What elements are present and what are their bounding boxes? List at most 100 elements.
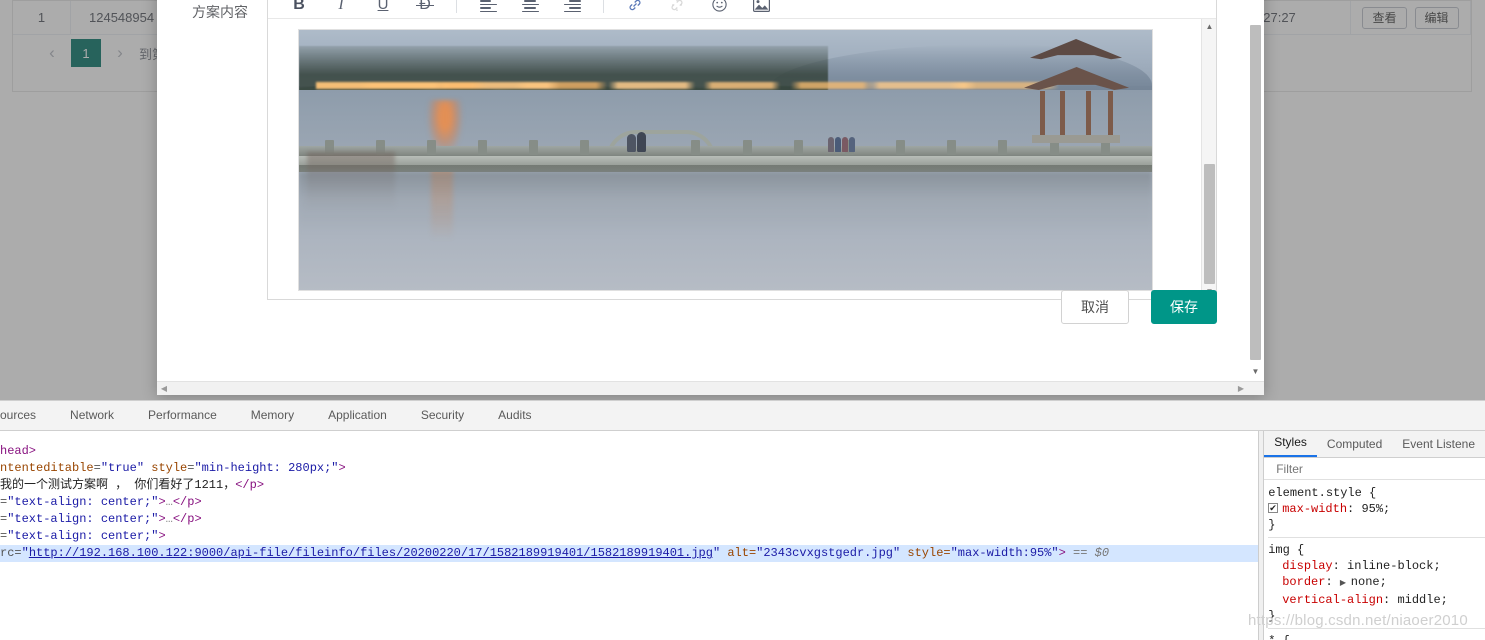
alt-attribute-value: "2343cvxgstgedr.jpg" <box>756 546 901 560</box>
devtools-tab-network[interactable]: Network <box>53 401 131 430</box>
strikethrough-glyph: Ð <box>416 0 434 14</box>
image-url-link[interactable]: http://192.168.100.122:9000/api-file/fil… <box>29 546 713 560</box>
styles-declaration[interactable]: border: ▶ none; <box>1268 574 1485 592</box>
cancel-button[interactable]: 取消 <box>1061 290 1129 324</box>
styles-rule-selector[interactable]: img { <box>1268 542 1485 558</box>
toolbar-divider-2 <box>603 0 604 13</box>
dom-line[interactable]: ="text-align: center;">…</p> <box>0 494 1258 511</box>
declaration-colon: : <box>1325 575 1340 589</box>
dom-line[interactable]: ="text-align: center;"> <box>0 528 1258 545</box>
styles-rule-selector[interactable]: * { <box>1268 633 1485 640</box>
declaration-colon: : <box>1383 593 1398 607</box>
dom-token: > <box>158 495 166 509</box>
declaration-checkbox[interactable] <box>1268 501 1279 517</box>
edit-plan-modal: 方案内容 B I U Ð ▲ 取消 保存 ▼ ◀ ▶ <box>157 0 1264 395</box>
style-attribute-value: "max-width:95%" <box>950 546 1059 560</box>
devtools-tab-security[interactable]: Security <box>404 401 481 430</box>
editor-content-area[interactable]: ▲ ▼ <box>268 19 1216 299</box>
declaration-property[interactable]: max-width <box>1282 502 1347 516</box>
strikethrough-icon[interactable]: Ð <box>404 0 446 18</box>
styles-filter-row <box>1264 458 1485 480</box>
devtools-tab-bar: Sources Network Performance Memory Appli… <box>0 401 1485 431</box>
devtools-tab-audits[interactable]: Audits <box>481 401 548 430</box>
dom-token: </p> <box>235 478 265 492</box>
dom-token: </p> <box>172 495 202 509</box>
dom-token: 我的一个测试方案啊 ， 你们看好了1211， <box>0 478 236 492</box>
styles-declaration[interactable]: display: inline-block; <box>1268 558 1485 574</box>
dom-line[interactable]: 我的一个测试方案啊 ， 你们看好了1211，</p> <box>0 477 1258 494</box>
tag-close: > <box>1058 546 1066 560</box>
devtools-panel: Sources Network Performance Memory Appli… <box>0 400 1485 640</box>
dom-token: > <box>338 461 346 475</box>
styles-declaration[interactable]: vertical-align: middle; <box>1268 592 1485 608</box>
styles-tab-computed[interactable]: Computed <box>1317 432 1392 457</box>
modal-vertical-scrollbar[interactable]: ▼ <box>1248 0 1264 395</box>
editor-scroll-up-arrow[interactable]: ▲ <box>1202 19 1216 34</box>
expand-triangle-icon[interactable]: ▶ <box>1340 579 1351 588</box>
modal-footer: 取消 保存 <box>267 290 1217 324</box>
styles-filter-input[interactable] <box>1274 460 1464 477</box>
image-pavilion <box>1024 33 1130 151</box>
devtools-tab-memory[interactable]: Memory <box>234 401 311 430</box>
dom-token: "true" <box>100 461 145 475</box>
alt-attribute-name: alt= <box>720 546 757 560</box>
rich-text-editor: B I U Ð ▲ <box>267 0 1217 300</box>
styles-panel: Styles Computed Event Listene element.st… <box>1264 431 1485 640</box>
dom-token: style <box>144 461 188 475</box>
declaration-value[interactable]: none; <box>1351 575 1387 589</box>
dom-line-selected[interactable]: rc="http://192.168.100.122:9000/api-file… <box>0 545 1259 562</box>
editor-toolbar: B I U Ð <box>268 0 1216 19</box>
dom-token: > <box>158 529 166 543</box>
link-icon[interactable] <box>614 0 656 18</box>
image-icon[interactable] <box>740 0 782 18</box>
devtools-tab-application[interactable]: Application <box>311 401 404 430</box>
devtools-body: head> ntenteditable="true" style= "min-hei… <box>0 431 1485 640</box>
modal-scroll-thumb[interactable] <box>1250 25 1261 360</box>
declaration-property[interactable]: display <box>1268 559 1332 573</box>
styles-rule-divider <box>1268 537 1485 538</box>
align-left-icon[interactable] <box>467 0 509 18</box>
editor-vertical-scrollbar[interactable]: ▲ ▼ <box>1201 19 1216 299</box>
dom-line[interactable]: head> <box>0 443 1258 460</box>
editor-scroll-thumb[interactable] <box>1204 164 1215 284</box>
devtools-tab-performance[interactable]: Performance <box>131 401 234 430</box>
selection-marker: == $0 <box>1065 546 1110 560</box>
dom-line[interactable]: ntenteditable="true" style="min-height: … <box>0 460 1258 477</box>
dom-token: </p> <box>172 512 202 526</box>
modal-horizontal-scrollbar[interactable]: ◀ ▶ <box>157 381 1264 395</box>
align-right-icon[interactable] <box>551 0 593 18</box>
underline-icon[interactable]: U <box>362 0 404 18</box>
editor-document[interactable] <box>268 19 1216 299</box>
styles-declaration[interactable]: max-width: 95%; <box>1268 501 1485 517</box>
styles-tab-bar: Styles Computed Event Listene <box>1264 431 1485 458</box>
declaration-value[interactable]: middle; <box>1397 593 1447 607</box>
quote-open: " <box>21 546 29 560</box>
save-button[interactable]: 保存 <box>1151 290 1217 324</box>
modal-scroll-right-arrow[interactable]: ▶ <box>1234 382 1248 395</box>
image-water-reflection <box>299 172 1152 232</box>
styles-tab-styles[interactable]: Styles <box>1264 430 1317 457</box>
declaration-colon: : <box>1332 559 1348 573</box>
declaration-value[interactable]: 95%; <box>1361 502 1390 516</box>
dom-token: head> <box>0 444 37 458</box>
dom-token: "text-align: center;" <box>7 529 159 543</box>
declaration-property[interactable]: vertical-align <box>1268 593 1383 607</box>
styles-rule-selector[interactable]: element.style { <box>1268 485 1485 501</box>
styles-tab-event-listeners[interactable]: Event Listene <box>1392 432 1485 457</box>
inserted-image[interactable] <box>298 29 1153 291</box>
devtools-tab-sources[interactable]: Sources <box>0 401 53 430</box>
dom-tree[interactable]: head> ntenteditable="true" style= "min-hei… <box>0 431 1259 640</box>
modal-scroll-left-arrow[interactable]: ◀ <box>157 382 171 395</box>
declaration-property[interactable]: border <box>1268 575 1325 589</box>
modal-scroll-down-arrow[interactable]: ▼ <box>1248 364 1263 379</box>
unlink-icon <box>656 0 698 18</box>
emoji-icon[interactable] <box>698 0 740 18</box>
dom-line[interactable]: ="text-align: center;">…</p> <box>0 511 1258 528</box>
italic-icon[interactable]: I <box>320 0 362 18</box>
align-center-icon[interactable] <box>509 0 551 18</box>
declaration-value[interactable]: inline-block; <box>1347 559 1441 573</box>
bold-icon[interactable]: B <box>278 0 320 18</box>
dom-token: … <box>165 512 173 526</box>
dom-token: > <box>158 512 166 526</box>
style-attribute-name: style= <box>900 546 951 560</box>
